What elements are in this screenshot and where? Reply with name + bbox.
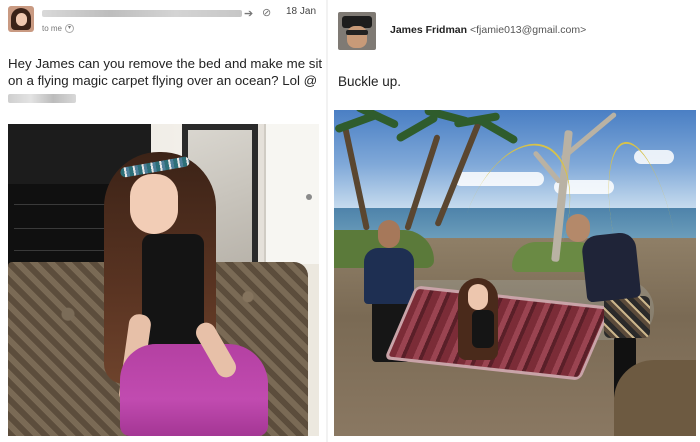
avatar-face: [16, 13, 27, 26]
man-right-head: [566, 214, 590, 242]
original-photo: [8, 124, 319, 436]
man-right-shorts: [604, 296, 650, 338]
sender-avatar[interactable]: [8, 6, 34, 32]
sender-line[interactable]: James Fridman <fjamie013@gmail.com>: [390, 24, 586, 36]
bush-bottom-right: [614, 360, 696, 436]
woman-face: [468, 284, 488, 310]
attachment-icon[interactable]: ⊘: [262, 6, 271, 19]
dropdown-icon[interactable]: ▾: [65, 24, 75, 33]
man-left-body: [364, 248, 414, 304]
forward-arrow-icon: ➔: [244, 8, 254, 20]
left-message-body: Hey James can you remove the bed and mak…: [8, 55, 323, 106]
left-email-panel: ➔ ⊘ 18 Jan to me ▾ Hey James can you rem…: [0, 0, 325, 442]
sender-name: James Fridman: [390, 24, 468, 36]
edited-photo: [334, 110, 696, 436]
recipient-line[interactable]: to me ▾: [42, 24, 75, 33]
redacted-sender-name: [42, 10, 242, 17]
email-date: 18 Jan: [286, 6, 317, 17]
redacted-mention: [8, 93, 76, 103]
man-right-body: [580, 231, 642, 303]
woman-body: [472, 310, 494, 348]
man-left-head: [378, 220, 400, 248]
right-email-panel: James Fridman <fjamie013@gmail.com> Buck…: [330, 0, 700, 442]
left-message-text: Hey James can you remove the bed and mak…: [8, 56, 323, 88]
right-message-text: Buckle up.: [338, 74, 402, 89]
recipient-label: to me: [42, 24, 63, 33]
woman-pants: [120, 344, 268, 436]
sender-email: <fjamie013@gmail.com>: [469, 24, 587, 36]
sender-avatar[interactable]: [338, 12, 376, 50]
woman-face: [130, 174, 178, 234]
woman-top: [142, 234, 204, 346]
door-knob: [306, 194, 312, 200]
panel-divider: [326, 0, 328, 442]
avatar-glasses: [346, 30, 368, 35]
